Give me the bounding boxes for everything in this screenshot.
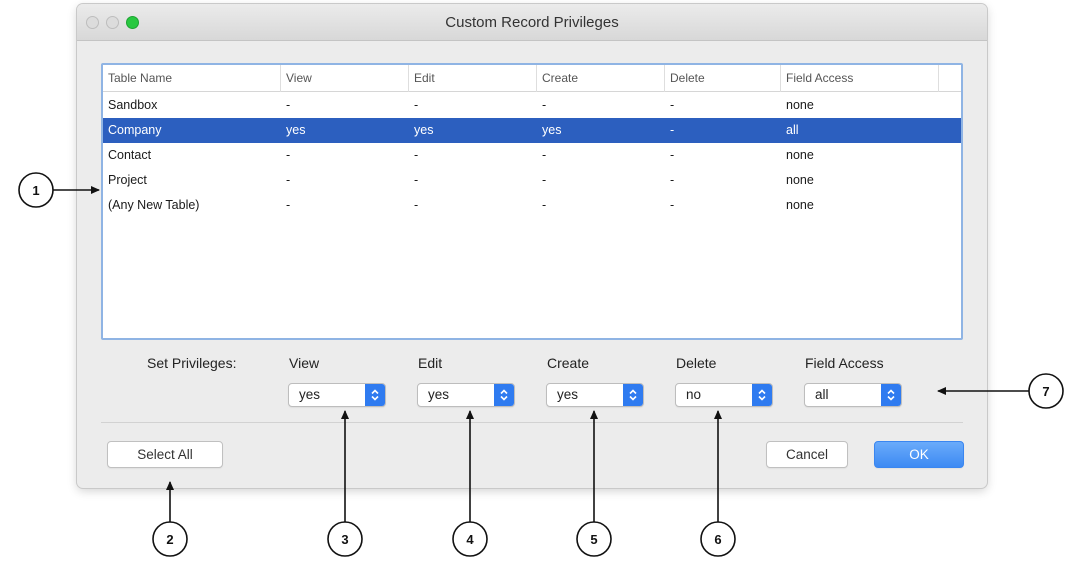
up-down-arrows-icon — [494, 384, 514, 406]
table-cell: - — [542, 98, 547, 112]
table-cell: - — [414, 198, 419, 212]
column-header-create[interactable]: Create — [537, 65, 665, 92]
table-cell: - — [670, 198, 675, 212]
table-cell: Contact — [108, 148, 152, 162]
column-header-table-name[interactable]: Table Name — [103, 65, 281, 92]
table-cell: - — [286, 148, 291, 162]
up-down-arrows-icon — [881, 384, 901, 406]
table-header: Table Name View Edit Create Delete Field… — [103, 65, 961, 92]
table-row[interactable]: Sandbox - - - - none — [103, 93, 961, 118]
table-cell: Company — [108, 123, 162, 137]
view-label: View — [289, 355, 320, 371]
create-popup[interactable]: yes — [546, 383, 644, 407]
view-popup[interactable]: yes — [288, 383, 386, 407]
table-cell: - — [670, 173, 675, 187]
window-title: Custom Record Privileges — [445, 14, 619, 31]
table-cell: (Any New Table) — [108, 198, 200, 212]
table-cell: - — [542, 198, 547, 212]
table-cell: Sandbox — [108, 98, 158, 112]
table-row[interactable]: (Any New Table) - - - - none — [103, 193, 961, 218]
table-body: Sandbox - - - - none Company yes yes yes… — [103, 93, 961, 218]
column-header-delete[interactable]: Delete — [665, 65, 781, 92]
table-cell: all — [786, 123, 799, 137]
create-popup-value: yes — [557, 387, 579, 402]
callout-7-number: 7 — [1042, 384, 1049, 399]
table-cell: Project — [108, 173, 147, 187]
delete-popup-value: no — [686, 387, 702, 402]
title-bar: Custom Record Privileges — [77, 4, 987, 41]
table-cell: - — [286, 98, 291, 112]
select-all-button[interactable]: Select All — [107, 441, 223, 468]
table-cell: yes — [414, 123, 434, 137]
separator — [101, 422, 963, 423]
delete-label: Delete — [676, 355, 717, 371]
field-access-label: Field Access — [805, 355, 884, 371]
ok-button[interactable]: OK — [874, 441, 964, 468]
callout-6-number: 6 — [714, 532, 721, 547]
field-access-popup-value: all — [815, 387, 829, 402]
table-cell: - — [670, 148, 675, 162]
table-cell: - — [542, 173, 547, 187]
table-row[interactable]: Company yes yes yes - all — [103, 118, 961, 143]
column-header-field-access[interactable]: Field Access — [781, 65, 939, 92]
table-cell: - — [286, 173, 291, 187]
table-cell: - — [414, 173, 419, 187]
table-cell: none — [786, 148, 814, 162]
table-cell: - — [670, 123, 675, 137]
table-row[interactable]: Contact - - - - none — [103, 143, 961, 168]
table-cell: yes — [286, 123, 306, 137]
field-access-popup[interactable]: all — [804, 383, 902, 407]
up-down-arrows-icon — [752, 384, 772, 406]
column-header-edit[interactable]: Edit — [409, 65, 537, 92]
edit-popup-value: yes — [428, 387, 450, 402]
callout-2-number: 2 — [166, 532, 173, 547]
table-cell: - — [414, 98, 419, 112]
custom-record-privileges-dialog: Custom Record Privileges Table Name View… — [77, 4, 987, 488]
table-row[interactable]: Project - - - - none — [103, 168, 961, 193]
callout-4-number: 4 — [466, 532, 474, 547]
callout-3-number: 3 — [341, 532, 348, 547]
callout-1-number: 1 — [32, 183, 39, 198]
delete-popup[interactable]: no — [675, 383, 773, 407]
table-cell: none — [786, 198, 814, 212]
callout-5-number: 5 — [590, 532, 597, 547]
table-cell: - — [542, 148, 547, 162]
table-cell: - — [670, 98, 675, 112]
table-cell: none — [786, 98, 814, 112]
table-cell: yes — [542, 123, 562, 137]
cancel-button[interactable]: Cancel — [766, 441, 848, 468]
up-down-arrows-icon — [365, 384, 385, 406]
table-cell: none — [786, 173, 814, 187]
callout-2: 2 — [152, 481, 188, 557]
column-header-view[interactable]: View — [281, 65, 409, 92]
edit-popup[interactable]: yes — [417, 383, 515, 407]
edit-label: Edit — [418, 355, 443, 371]
up-down-arrows-icon — [623, 384, 643, 406]
record-privileges-table[interactable]: Table Name View Edit Create Delete Field… — [101, 63, 963, 340]
set-privileges-label: Set Privileges: — [147, 355, 237, 371]
table-cell: - — [414, 148, 419, 162]
view-popup-value: yes — [299, 387, 321, 402]
create-label: Create — [547, 355, 590, 371]
table-cell: - — [286, 198, 291, 212]
